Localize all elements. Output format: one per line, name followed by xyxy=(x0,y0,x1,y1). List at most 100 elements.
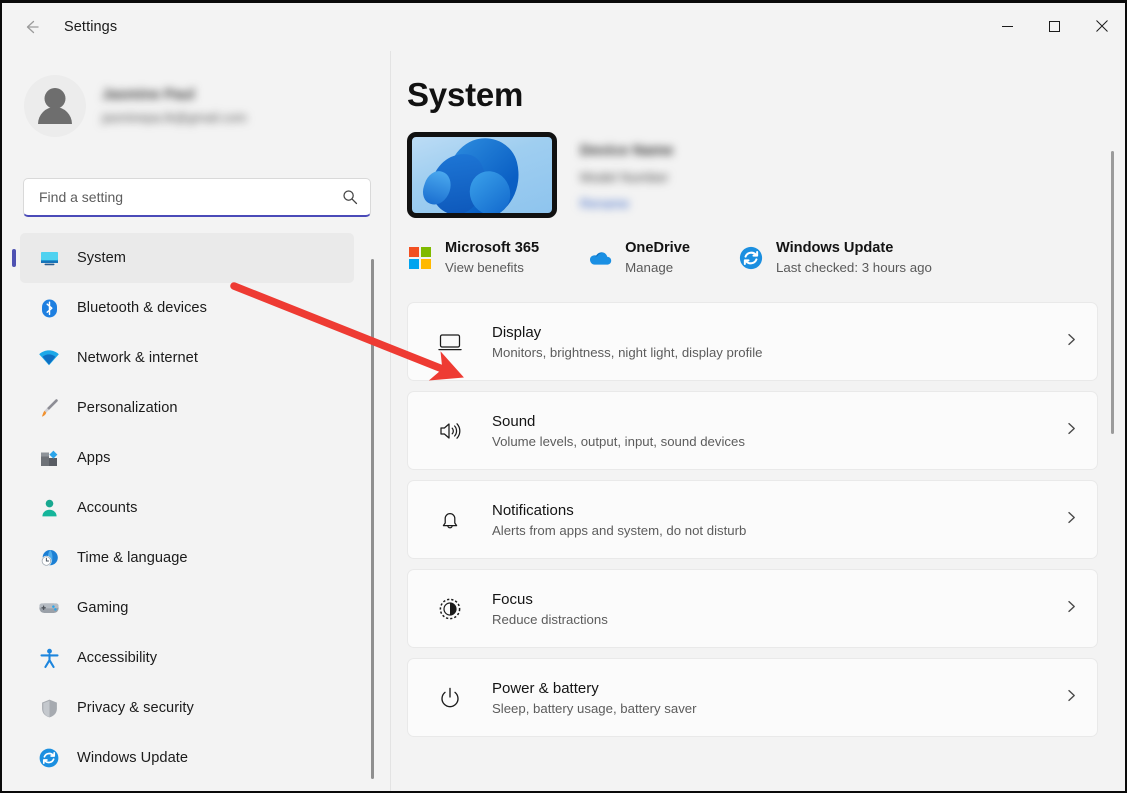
card-title: Power & battery xyxy=(492,679,599,697)
sidebar-item-label: Accounts xyxy=(77,500,138,516)
sidebar-item-label: Time & language xyxy=(77,550,188,566)
sidebar-item-apps[interactable]: Apps xyxy=(20,433,354,483)
settings-card-focus[interactable]: Focus Reduce distractions xyxy=(407,569,1098,648)
sidebar-item-bluetooth-devices[interactable]: Bluetooth & devices xyxy=(20,283,354,333)
quick-link-sub: Last checked: 3 hours ago xyxy=(775,260,932,275)
sidebar-item-label: Windows Update xyxy=(77,750,189,766)
settings-cards: Display Monitors, brightness, night ligh… xyxy=(391,275,1125,737)
sidebar-scrollbar-thumb[interactable] xyxy=(371,259,374,779)
windows-update-icon xyxy=(738,245,764,271)
sidebar-item-gaming[interactable]: Gaming xyxy=(20,583,354,633)
device-summary: Device Name Model Number Rename xyxy=(391,114,1125,218)
settings-window: Settings Jasmine Paul jasminepa.lk@gmail… xyxy=(0,0,1127,793)
sidebar-item-windows-update[interactable]: Windows Update xyxy=(20,733,354,783)
sidebar-item-label: Network & internet xyxy=(77,350,198,366)
card-sub: Monitors, brightness, night light, displ… xyxy=(492,344,763,360)
page-title: System xyxy=(407,76,524,113)
rename-link[interactable]: Rename xyxy=(580,196,673,211)
windows-update-icon xyxy=(38,747,60,769)
sidebar: Jasmine Paul jasminepa.lk@gmail.com Find… xyxy=(2,51,390,791)
account-name: Jasmine Paul xyxy=(102,87,195,103)
sidebar-item-privacy-security[interactable]: Privacy & security xyxy=(20,683,354,733)
card-title: Display xyxy=(492,323,542,341)
speaker-icon xyxy=(436,417,464,445)
account-tile[interactable]: Jasmine Paul jasminepa.lk@gmail.com xyxy=(2,51,390,145)
quick-link-title: OneDrive xyxy=(625,240,690,256)
clock-globe-icon xyxy=(38,547,60,569)
search-icon xyxy=(342,189,358,205)
app-title: Settings xyxy=(64,19,118,35)
settings-card-display[interactable]: Display Monitors, brightness, night ligh… xyxy=(407,302,1098,381)
sidebar-item-accessibility[interactable]: Accessibility xyxy=(20,633,354,683)
apps-icon xyxy=(38,447,60,469)
quick-link-onedrive[interactable]: OneDrive Manage xyxy=(587,240,738,275)
sidebar-item-label: Bluetooth & devices xyxy=(77,300,207,316)
quick-link-title: Windows Update xyxy=(775,240,894,256)
sidebar-item-time-language[interactable]: Time & language xyxy=(20,533,354,583)
back-arrow-icon[interactable] xyxy=(12,11,50,43)
card-sub: Sleep, battery usage, battery saver xyxy=(492,700,697,716)
bluetooth-icon xyxy=(38,297,60,319)
sidebar-item-label: Gaming xyxy=(77,600,129,616)
chevron-right-icon xyxy=(1064,332,1079,352)
microsoft-logo-icon xyxy=(407,245,433,271)
title-bar: Settings xyxy=(2,3,1125,51)
settings-card-notifications[interactable]: Notifications Alerts from apps and syste… xyxy=(407,480,1098,559)
wifi-icon xyxy=(38,347,60,369)
paintbrush-icon xyxy=(38,397,60,419)
settings-card-sound[interactable]: Sound Volume levels, output, input, soun… xyxy=(407,391,1098,470)
chevron-right-icon xyxy=(1064,688,1079,708)
power-icon xyxy=(436,684,464,712)
quick-link-title: Microsoft 365 xyxy=(445,240,540,256)
quick-links: Microsoft 365 View benefits OneDrive Man… xyxy=(391,218,1125,275)
device-model: Model Number xyxy=(580,169,669,185)
sidebar-item-accounts[interactable]: Accounts xyxy=(20,483,354,533)
accessibility-icon xyxy=(38,647,60,669)
windows-bloom-wallpaper xyxy=(407,132,557,218)
settings-card-power-battery[interactable]: Power & battery Sleep, battery usage, ba… xyxy=(407,658,1098,737)
search-field[interactable] xyxy=(39,189,342,205)
account-email: jasminepa.lk@gmail.com xyxy=(102,110,247,125)
quick-link-windows-update[interactable]: Windows Update Last checked: 3 hours ago xyxy=(738,240,980,275)
gamepad-icon xyxy=(38,597,60,619)
display-monitor-icon xyxy=(436,328,464,356)
focus-icon xyxy=(436,595,464,623)
quick-link-sub: View benefits xyxy=(445,260,524,275)
sidebar-item-label: Apps xyxy=(77,450,111,466)
person-icon xyxy=(38,497,60,519)
card-sub: Alerts from apps and system, do not dist… xyxy=(492,522,747,538)
card-title: Sound xyxy=(492,412,536,430)
sidebar-item-personalization[interactable]: Personalization xyxy=(20,383,354,433)
quick-link-microsoft-365[interactable]: Microsoft 365 View benefits xyxy=(407,240,587,275)
sidebar-scrollbar[interactable] xyxy=(371,251,374,791)
main-scrollbar-thumb[interactable] xyxy=(1111,151,1114,434)
chevron-right-icon xyxy=(1064,421,1079,441)
chevron-right-icon xyxy=(1064,599,1079,619)
card-title: Notifications xyxy=(492,501,574,519)
chevron-right-icon xyxy=(1064,510,1079,530)
shield-icon xyxy=(38,697,60,719)
search-input[interactable] xyxy=(23,178,371,217)
main-scrollbar[interactable] xyxy=(1111,141,1114,781)
sidebar-item-network-internet[interactable]: Network & internet xyxy=(20,333,354,383)
minimize-icon[interactable] xyxy=(984,3,1031,49)
window-controls xyxy=(984,3,1125,49)
maximize-icon[interactable] xyxy=(1031,3,1078,49)
monitor-icon xyxy=(38,247,60,269)
sidebar-item-system[interactable]: System xyxy=(20,233,354,283)
person-avatar-icon xyxy=(24,75,86,137)
sidebar-item-label: Accessibility xyxy=(77,650,158,666)
card-title: Focus xyxy=(492,590,533,608)
sidebar-item-label: Personalization xyxy=(77,400,178,416)
onedrive-cloud-icon xyxy=(587,245,613,271)
sidebar-nav: System Bluetooth & devices Network & int… xyxy=(2,233,372,791)
card-sub: Volume levels, output, input, sound devi… xyxy=(492,433,745,449)
sidebar-item-label: System xyxy=(77,250,126,266)
sidebar-item-label: Privacy & security xyxy=(77,700,194,716)
quick-link-sub: Manage xyxy=(625,260,674,275)
close-icon[interactable] xyxy=(1078,3,1125,49)
device-name: Device Name xyxy=(580,141,674,159)
card-sub: Reduce distractions xyxy=(492,611,608,627)
main-content: System Device Name Model Number Rename M… xyxy=(391,51,1125,791)
bell-icon xyxy=(436,506,464,534)
